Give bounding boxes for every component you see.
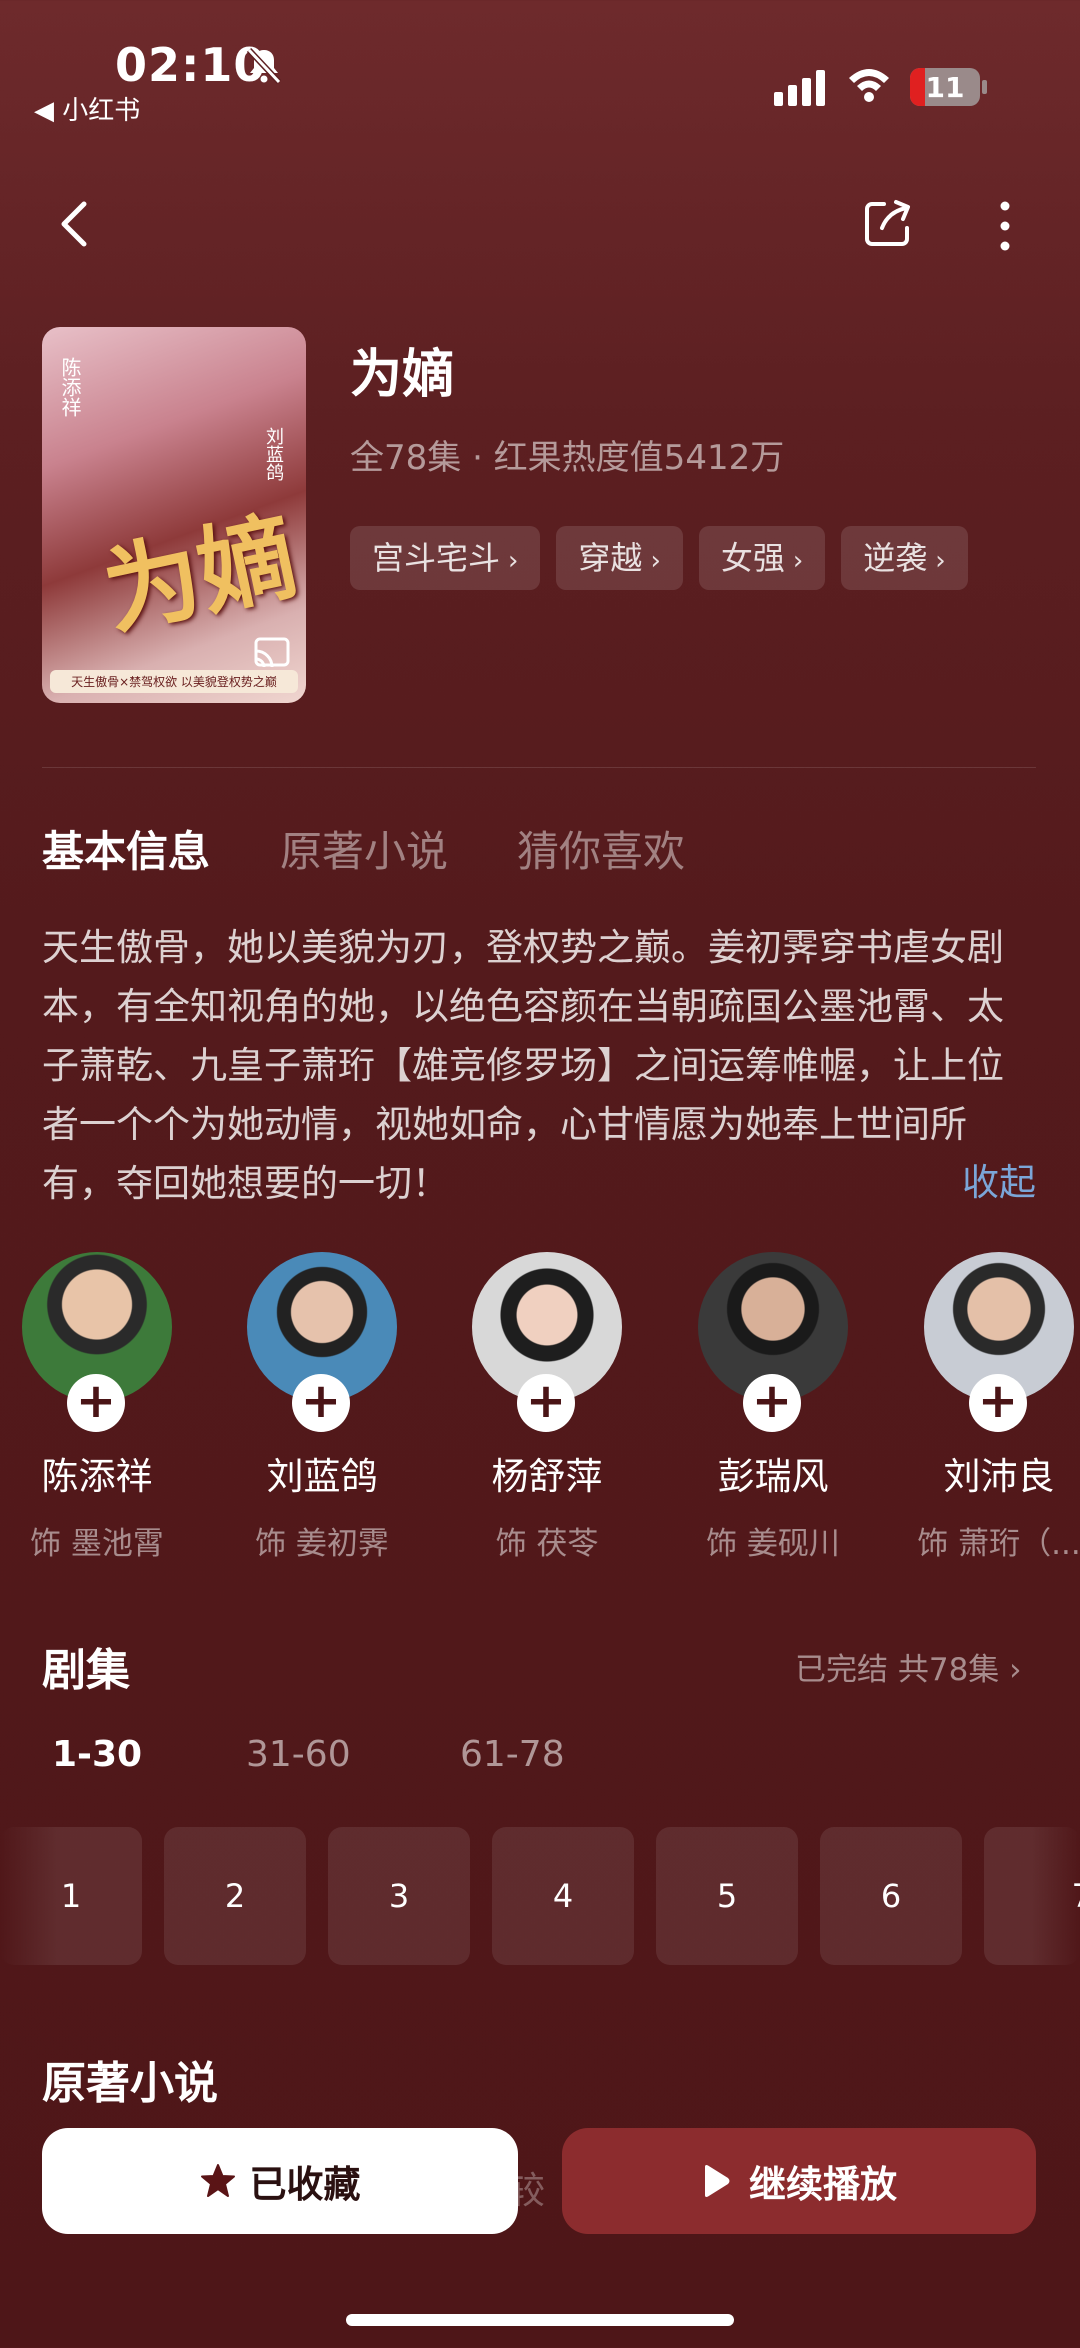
episode-button[interactable]: 6 [820,1827,962,1965]
actor-name: 刘沛良 [943,1455,1055,1498]
section-divider [42,767,1036,768]
actor-name: 刘蓝鸽 [266,1455,378,1498]
actor-role: 饰 萧珩（... [917,1526,1080,1562]
episode-button[interactable]: 3 [328,1827,470,1965]
chevron-right-icon: › [792,546,804,576]
battery-tip [982,80,987,94]
battery-level: 11 [925,71,965,104]
chevron-right-icon: › [650,546,661,576]
follow-plus-icon[interactable]: + [969,1374,1027,1432]
chevron-right-icon: › [935,546,946,576]
back-to-app-link[interactable]: ◀ 小红书 [34,90,140,127]
poster-actor-right: 刘蓝鸽 [263,427,284,481]
cast-member[interactable]: + 刘蓝鸽 饰 姜初霁 [222,1252,422,1563]
synopsis-text: 天生傲骨，她以美貌为刃，登权势之巅。姜初霁穿书虐女剧本，有全知视角的她，以绝色容… [42,926,1004,1205]
favorite-button[interactable]: 已收藏 [42,2128,518,2234]
actor-name: 陈添祥 [41,1455,153,1498]
back-arrow-icon[interactable] [50,196,106,252]
drama-poster[interactable]: 陈添祥 刘蓝鸽 为嫡 天生傲骨×禁驾权欲 以美貌登权势之巅 [42,327,306,703]
cast-member[interactable]: + 刘沛良 饰 萧珩（... [899,1252,1080,1563]
home-indicator[interactable] [346,2314,734,2326]
tab-basic-info[interactable]: 基本信息 [42,818,210,879]
wifi-icon [849,69,889,102]
actor-role: 饰 姜初霁 [255,1526,389,1562]
cellular-signal-icon [774,70,825,106]
cast-screen-icon[interactable] [252,633,292,673]
poster-actor-left: 陈添祥 [58,357,82,417]
cast-member[interactable]: + 陈添祥 饰 墨池霄 [0,1252,197,1563]
follow-plus-icon[interactable]: + [517,1374,575,1432]
novel-section-title: 原著小说 [42,2058,218,2109]
collapse-link[interactable]: 收起 [962,1152,1036,1206]
episodes-title: 剧集 [42,1645,130,1696]
avatar: + [247,1252,397,1432]
share-icon[interactable] [862,198,914,250]
actor-role: 饰 茯苓 [495,1526,599,1562]
actor-role: 饰 姜砚川 [706,1526,840,1562]
follow-plus-icon[interactable]: + [743,1374,801,1432]
episode-range-tab[interactable]: 61-78 [460,1734,565,1775]
genre-tag[interactable]: 宫斗宅斗 › [350,526,541,590]
genre-tags: 宫斗宅斗 › 穿越 › 女强 › 逆袭 › [350,526,968,590]
tab-original-novel[interactable]: 原著小说 [280,818,448,879]
follow-plus-icon[interactable]: + [67,1374,125,1432]
play-icon [705,2165,730,2197]
star-icon [200,2164,235,2197]
tab-recommendations[interactable]: 猜你喜欢 [517,818,685,879]
episodes-status-link[interactable]: 已完结 共78集 › [795,1644,1022,1689]
avatar: + [924,1252,1074,1432]
continue-play-button[interactable]: 继续播放 [562,2128,1036,2234]
poster-title-art: 为嫡 [94,499,306,650]
genre-tag[interactable]: 逆袭 › [841,526,968,590]
chevron-right-icon: › [1009,1652,1022,1688]
actor-role: 饰 墨池霄 [30,1526,164,1562]
more-options-icon[interactable] [990,198,1020,254]
genre-tag[interactable]: 穿越 › [556,526,683,590]
episode-button[interactable]: 5 [656,1827,798,1965]
episode-button[interactable]: 1 [0,1827,142,1965]
avatar: + [698,1252,848,1432]
cast-member[interactable]: + 杨舒萍 饰 茯苓 [447,1252,647,1563]
episode-range-tab[interactable]: 1-30 [52,1734,142,1775]
avatar: + [22,1252,172,1432]
chevron-right-icon: › [508,546,519,576]
actor-name: 杨舒萍 [491,1455,603,1498]
genre-tag[interactable]: 女强 › [698,526,826,590]
actor-name: 彭瑞风 [717,1455,829,1498]
episode-range-tab[interactable]: 31-60 [246,1734,351,1775]
battery-indicator: 11 [910,68,980,106]
silent-bell-icon [246,47,282,85]
episode-button[interactable]: 2 [164,1827,306,1965]
episode-button[interactable]: 4 [492,1827,634,1965]
episode-button[interactable]: 7 [984,1827,1080,1965]
follow-plus-icon[interactable]: + [292,1374,350,1432]
drama-title: 为嫡 [350,345,455,405]
drama-meta: 全78集 · 红果热度值5412万 [350,438,785,478]
poster-banner: 天生傲骨×禁驾权欲 以美貌登权势之巅 [50,670,298,693]
cast-member[interactable]: + 彭瑞风 饰 姜砚川 [673,1252,873,1563]
avatar: + [472,1252,622,1432]
